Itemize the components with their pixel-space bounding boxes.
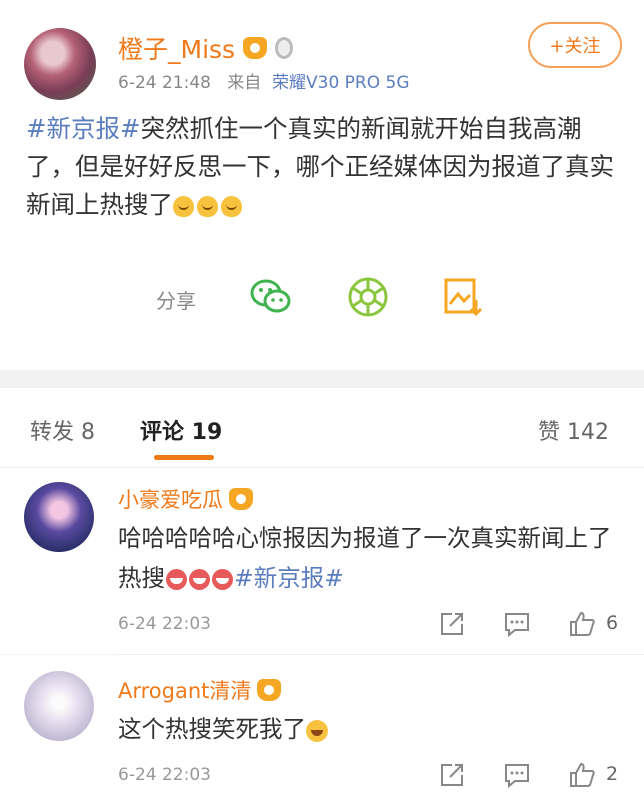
- comment-text: 哈哈哈哈哈心惊报因为报道了一次真实新闻上了热搜 #新京报#: [118, 518, 618, 598]
- moments-icon[interactable]: [345, 274, 391, 320]
- comment-author[interactable]: 小豪爱吃瓜: [118, 484, 253, 514]
- comment-username[interactable]: 小豪爱吃瓜: [118, 484, 223, 514]
- laugh-cry-emoji-icon: [306, 719, 328, 742]
- like-count: 6: [606, 612, 619, 634]
- laugh-emoji-icon: [189, 569, 210, 590]
- dog-emoji-icon: [197, 195, 218, 217]
- comment-time: 6-24 22:03: [118, 614, 211, 634]
- comment-item: 小豪爱吃瓜 哈哈哈哈哈心惊报因为报道了一次真实新闻上了热搜 #新京报# 6-24 …: [0, 468, 644, 654]
- share-label: 分享: [156, 289, 196, 313]
- post-author[interactable]: 橙子_Miss: [118, 30, 294, 66]
- comment-username[interactable]: Arrogant清清: [118, 675, 251, 705]
- like-count: 2: [606, 763, 619, 785]
- laugh-emoji-icon: [212, 569, 233, 590]
- reply-icon[interactable]: [503, 761, 531, 789]
- tab-repost[interactable]: 转发 8: [30, 414, 95, 446]
- share-row: 分享: [0, 270, 644, 324]
- reply-icon[interactable]: [503, 610, 531, 638]
- comment-avatar[interactable]: [24, 482, 94, 552]
- vip-badge-icon: [257, 679, 282, 701]
- wechat-icon[interactable]: [248, 274, 294, 320]
- comment-author[interactable]: Arrogant清清: [118, 675, 282, 705]
- dog-emoji-icon: [221, 195, 242, 217]
- comment-hashtag[interactable]: #新京报#: [234, 564, 344, 592]
- medal-icon: [275, 37, 294, 59]
- follow-button[interactable]: +关注: [528, 22, 622, 68]
- repost-icon[interactable]: [438, 610, 466, 638]
- comment-avatar[interactable]: [24, 671, 94, 741]
- post-device[interactable]: 荣耀V30 PRO 5G: [272, 73, 410, 93]
- post-body: #新京报#突然抓住一个真实的新闻就开始自我高潮了，但是好好反思一下，哪个正经媒体…: [26, 110, 626, 224]
- post-source-prefix: 来自: [227, 73, 262, 93]
- post-hashtag[interactable]: #新京报#: [26, 114, 141, 143]
- vip-badge-icon: [229, 488, 253, 510]
- like-icon[interactable]: [568, 610, 596, 638]
- comment-item: Arrogant清清 这个热搜笑死我了 6-24 22:03 2: [0, 655, 644, 802]
- vip-badge-icon: [243, 37, 268, 59]
- comment-time: 6-24 22:03: [118, 765, 211, 785]
- tab-comments[interactable]: 评论 19: [140, 414, 222, 446]
- like-icon[interactable]: [568, 761, 596, 789]
- repost-icon[interactable]: [438, 761, 466, 789]
- emoji-group: [173, 195, 242, 217]
- post-meta: 6-24 21:48 来自 荣耀V30 PRO 5G: [118, 68, 410, 93]
- dog-emoji-icon: [173, 195, 194, 217]
- save-image-icon[interactable]: [440, 274, 486, 320]
- comment-text: 这个热搜笑死我了: [118, 709, 618, 749]
- comment-body: 这个热搜笑死我了: [118, 715, 306, 743]
- tab-likes[interactable]: 赞 142: [538, 414, 609, 446]
- laugh-emoji-icon: [166, 569, 187, 590]
- post-author-avatar[interactable]: [24, 28, 96, 100]
- post-username[interactable]: 橙子_Miss: [118, 30, 235, 66]
- interaction-tabs: 转发 8 评论 19 赞 142: [0, 388, 644, 468]
- post-time: 6-24 21:48: [118, 73, 211, 93]
- post-card: 橙子_Miss 6-24 21:48 来自 荣耀V30 PRO 5G +关注 #…: [0, 0, 644, 370]
- active-tab-indicator: [154, 455, 214, 460]
